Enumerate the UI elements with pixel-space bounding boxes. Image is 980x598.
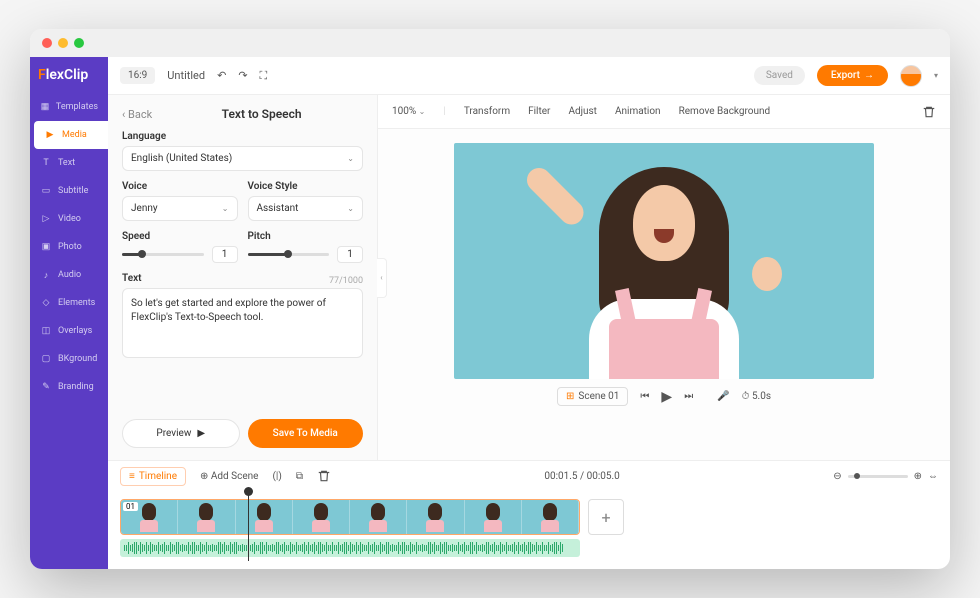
- chevron-down-icon[interactable]: ▾: [934, 71, 938, 80]
- elements-icon: ◇: [40, 297, 52, 309]
- tool-remove-bg[interactable]: Remove Background: [679, 106, 771, 117]
- language-select[interactable]: English (United States)⌄: [122, 146, 363, 171]
- tool-animation[interactable]: Animation: [615, 106, 661, 117]
- sidebar-item-photo[interactable]: ▣Photo: [30, 233, 108, 261]
- clip-number: 01: [123, 502, 138, 511]
- speed-value[interactable]: 1: [212, 246, 238, 263]
- play-icon[interactable]: ▶: [661, 389, 672, 405]
- avatar[interactable]: [900, 65, 922, 87]
- sidebar-item-media[interactable]: ▶Media: [34, 121, 108, 149]
- play-icon: ▶: [197, 428, 205, 439]
- export-button[interactable]: Export→: [817, 65, 888, 86]
- sidebar-item-text[interactable]: TText: [30, 149, 108, 177]
- voice-style-select[interactable]: Assistant⌄: [248, 196, 364, 221]
- tool-transform[interactable]: Transform: [464, 106, 510, 117]
- panel-title: Text to Speech: [160, 107, 363, 121]
- voice-label: Voice: [122, 181, 238, 192]
- delete-icon[interactable]: [922, 105, 936, 119]
- zoom-out-icon[interactable]: ⊖: [833, 471, 841, 482]
- aspect-ratio[interactable]: 16:9: [120, 67, 155, 84]
- audio-clip[interactable]: [120, 539, 580, 557]
- speed-slider[interactable]: [122, 253, 204, 256]
- tool-filter[interactable]: Filter: [528, 106, 550, 117]
- branding-icon: ✎: [40, 381, 52, 393]
- playhead[interactable]: [248, 491, 249, 561]
- background-icon: ▢: [40, 353, 52, 365]
- video-clip[interactable]: 01: [120, 499, 580, 535]
- fullscreen-icon[interactable]: ⛶: [260, 69, 268, 83]
- language-label: Language: [122, 131, 363, 142]
- voice-style-label: Voice Style: [248, 181, 364, 192]
- timeline-icon: ≡: [129, 471, 135, 482]
- sidebar-item-audio[interactable]: ♪Audio: [30, 261, 108, 289]
- text-counter: 77/1000: [329, 276, 363, 286]
- arrow-right-icon: →: [864, 70, 874, 81]
- copy-icon[interactable]: ⧉: [296, 471, 303, 482]
- max-dot[interactable]: [74, 38, 84, 48]
- tool-adjust[interactable]: Adjust: [568, 106, 597, 117]
- pitch-label: Pitch: [248, 231, 364, 242]
- video-icon: ▷: [40, 213, 52, 225]
- timeline-position: 00:01.5 / 00:05.0: [544, 471, 619, 482]
- overlays-icon: ◫: [40, 325, 52, 337]
- zoom-in-icon[interactable]: ⊕: [914, 471, 922, 482]
- duration-badge[interactable]: ⏱ 5.0s: [742, 391, 771, 402]
- add-scene-button[interactable]: ⊕ Add Scene: [200, 471, 258, 482]
- min-dot[interactable]: [58, 38, 68, 48]
- back-button[interactable]: ‹ Back: [122, 108, 152, 121]
- text-input[interactable]: So let's get started and explore the pow…: [122, 288, 363, 358]
- sidebar-item-bkground[interactable]: ▢BKground: [30, 345, 108, 373]
- preview-button[interactable]: Preview▶: [122, 419, 240, 448]
- scene-icon: ⊞: [566, 391, 574, 402]
- zoom-level[interactable]: 100% ⌄: [392, 106, 425, 117]
- sidebar: FlexClip ▦Templates ▶Media TText ▭Subtit…: [30, 57, 108, 569]
- next-icon[interactable]: ⏭: [684, 391, 693, 402]
- redo-icon[interactable]: ↷: [238, 69, 247, 82]
- speed-label: Speed: [122, 231, 238, 242]
- topbar: 16:9 Untitled ↶ ↷ ⛶ Saved Export→ ▾: [108, 57, 950, 95]
- zoom-slider[interactable]: [848, 475, 908, 478]
- pitch-slider[interactable]: [248, 253, 330, 256]
- fit-icon[interactable]: ⇔: [928, 471, 938, 482]
- text-label: Text: [122, 273, 142, 284]
- sidebar-item-video[interactable]: ▷Video: [30, 205, 108, 233]
- chevron-down-icon: ⌄: [347, 204, 354, 213]
- collapse-panel-button[interactable]: ‹: [377, 258, 387, 298]
- sidebar-item-templates[interactable]: ▦Templates: [30, 93, 108, 121]
- subtitle-icon: ▭: [40, 185, 52, 197]
- audio-icon: ♪: [40, 269, 52, 281]
- scene-selector[interactable]: ⊞Scene 01: [557, 387, 628, 406]
- templates-icon: ▦: [40, 101, 50, 113]
- split-icon[interactable]: (|): [272, 471, 281, 482]
- timeline-tab[interactable]: ≡Timeline: [120, 467, 186, 486]
- sidebar-item-elements[interactable]: ◇Elements: [30, 289, 108, 317]
- trash-icon[interactable]: [317, 469, 331, 483]
- canvas-area: ‹ 100% ⌄ | Transform Filter Adjust Anima…: [378, 95, 950, 460]
- pitch-value[interactable]: 1: [337, 246, 363, 263]
- add-clip-button[interactable]: +: [588, 499, 624, 535]
- voice-select[interactable]: Jenny⌄: [122, 196, 238, 221]
- project-name[interactable]: Untitled: [167, 69, 205, 82]
- chevron-down-icon: ⌄: [347, 154, 354, 163]
- chevron-down-icon: ⌄: [222, 204, 229, 213]
- video-preview[interactable]: [454, 143, 874, 379]
- mic-icon[interactable]: 🎤: [717, 391, 729, 402]
- media-icon: ▶: [44, 129, 56, 141]
- sidebar-item-branding[interactable]: ✎Branding: [30, 373, 108, 401]
- logo: FlexClip: [30, 57, 108, 93]
- undo-icon[interactable]: ↶: [217, 69, 226, 82]
- window-titlebar: [30, 29, 950, 57]
- sidebar-item-subtitle[interactable]: ▭Subtitle: [30, 177, 108, 205]
- sidebar-item-overlays[interactable]: ◫Overlays: [30, 317, 108, 345]
- saved-status: Saved: [754, 66, 805, 85]
- prev-icon[interactable]: ⏮: [640, 391, 649, 402]
- tts-panel: ‹ Back Text to Speech Language English (…: [108, 95, 378, 460]
- save-to-media-button[interactable]: Save To Media: [248, 419, 364, 448]
- text-icon: T: [40, 157, 52, 169]
- close-dot[interactable]: [42, 38, 52, 48]
- timeline-section: ≡Timeline ⊕ Add Scene (|) ⧉ 00:01.5 / 00…: [108, 460, 950, 569]
- photo-icon: ▣: [40, 241, 52, 253]
